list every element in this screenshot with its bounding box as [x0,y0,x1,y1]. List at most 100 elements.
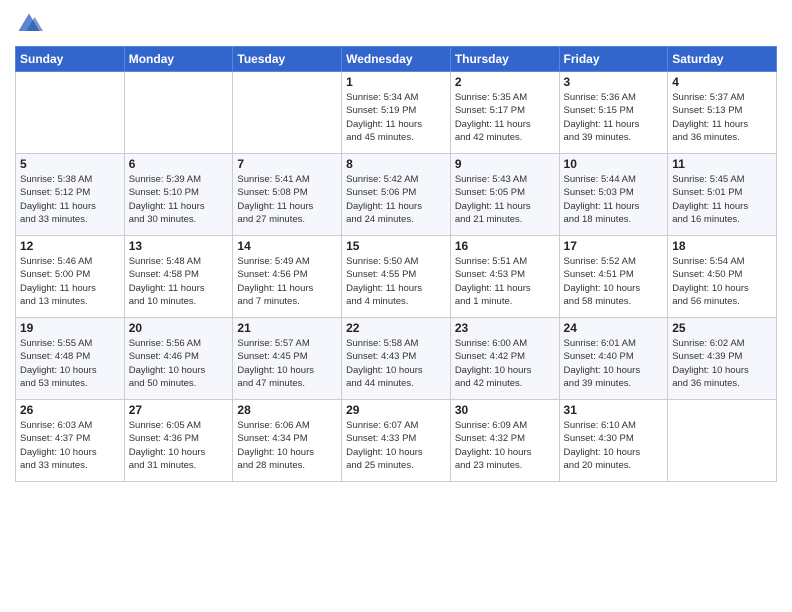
day-number: 28 [237,403,337,417]
calendar-cell: 11Sunrise: 5:45 AMSunset: 5:01 PMDayligh… [668,154,777,236]
calendar-cell: 1 Sunrise: 5:34 AMSunset: 5:19 PMDaylight… [342,72,451,154]
day-info: Sunrise: 5:52 AMSunset: 4:51 PMDaylight:… [564,255,664,308]
day-number: 5 [20,157,120,171]
calendar-cell: 6Sunrise: 5:39 AMSunset: 5:10 PMDaylight… [124,154,233,236]
day-info: Sunrise: 6:06 AMSunset: 4:34 PMDaylight:… [237,419,337,472]
day-number: 27 [129,403,229,417]
calendar-cell: 30Sunrise: 6:09 AMSunset: 4:32 PMDayligh… [450,400,559,482]
calendar-header-row: SundayMondayTuesdayWednesdayThursdayFrid… [16,47,777,72]
calendar-cell: 25 Sunrise: 6:02 AMSunset: 4:39 PMDayligh… [668,318,777,400]
calendar-week-row: 1 Sunrise: 5:34 AMSunset: 5:19 PMDaylight… [16,72,777,154]
calendar-cell: 24 Sunrise: 6:01 AMSunset: 4:40 PMDayligh… [559,318,668,400]
day-info: Sunrise: 5:50 AMSunset: 4:55 PMDaylight:… [346,255,446,308]
calendar-cell: 4Sunrise: 5:37 AMSunset: 5:13 PMDaylight… [668,72,777,154]
day-number: 23 [455,321,555,335]
day-number: 15 [346,239,446,253]
calendar-week-row: 26 Sunrise: 6:03 AMSunset: 4:37 PMDayligh… [16,400,777,482]
day-info: Sunrise: 5:43 AMSunset: 5:05 PMDaylight:… [455,173,555,226]
calendar-cell: 2 Sunrise: 5:35 AMSunset: 5:17 PMDaylight… [450,72,559,154]
day-info: Sunrise: 5:58 AMSunset: 4:43 PMDaylight:… [346,337,446,390]
day-number: 24 [564,321,664,335]
day-info: Sunrise: 5:35 AMSunset: 5:17 PMDaylight:… [455,91,555,144]
day-info: Sunrise: 5:49 AMSunset: 4:56 PMDaylight:… [237,255,337,308]
day-number: 18 [672,239,772,253]
day-number: 25 [672,321,772,335]
calendar-cell: 5 Sunrise: 5:38 AMSunset: 5:12 PMDaylight… [16,154,125,236]
day-info: Sunrise: 5:51 AMSunset: 4:53 PMDaylight:… [455,255,555,308]
day-number: 1 [346,75,446,89]
day-number: 2 [455,75,555,89]
day-number: 29 [346,403,446,417]
day-number: 13 [129,239,229,253]
day-number: 9 [455,157,555,171]
day-info: Sunrise: 6:10 AMSunset: 4:30 PMDaylight:… [564,419,664,472]
calendar-cell: 29 Sunrise: 6:07 AMSunset: 4:33 PMDayligh… [342,400,451,482]
calendar-cell: 21Sunrise: 5:57 AMSunset: 4:45 PMDayligh… [233,318,342,400]
page-container: SundayMondayTuesdayWednesdayThursdayFrid… [0,0,792,492]
day-info: Sunrise: 5:42 AMSunset: 5:06 PMDaylight:… [346,173,446,226]
calendar-cell [16,72,125,154]
day-number: 14 [237,239,337,253]
logo [15,10,47,38]
calendar-cell: 17 Sunrise: 5:52 AMSunset: 4:51 PMDayligh… [559,236,668,318]
day-number: 7 [237,157,337,171]
weekday-header: Friday [559,47,668,72]
calendar-cell: 8Sunrise: 5:42 AMSunset: 5:06 PMDaylight… [342,154,451,236]
day-info: Sunrise: 6:01 AMSunset: 4:40 PMDaylight:… [564,337,664,390]
weekday-header: Saturday [668,47,777,72]
calendar-cell: 9 Sunrise: 5:43 AMSunset: 5:05 PMDaylight… [450,154,559,236]
day-info: Sunrise: 6:03 AMSunset: 4:37 PMDaylight:… [20,419,120,472]
day-number: 20 [129,321,229,335]
day-info: Sunrise: 6:07 AMSunset: 4:33 PMDaylight:… [346,419,446,472]
calendar-cell: 26 Sunrise: 6:03 AMSunset: 4:37 PMDayligh… [16,400,125,482]
calendar-cell: 10 Sunrise: 5:44 AMSunset: 5:03 PMDayligh… [559,154,668,236]
day-info: Sunrise: 5:39 AMSunset: 5:10 PMDaylight:… [129,173,229,226]
calendar-cell: 12Sunrise: 5:46 AMSunset: 5:00 PMDayligh… [16,236,125,318]
day-info: Sunrise: 5:37 AMSunset: 5:13 PMDaylight:… [672,91,772,144]
day-info: Sunrise: 6:09 AMSunset: 4:32 PMDaylight:… [455,419,555,472]
day-number: 19 [20,321,120,335]
logo-icon [15,10,43,38]
day-number: 21 [237,321,337,335]
calendar-cell: 16 Sunrise: 5:51 AMSunset: 4:53 PMDayligh… [450,236,559,318]
page-header [15,10,777,38]
day-number: 12 [20,239,120,253]
calendar-week-row: 12Sunrise: 5:46 AMSunset: 5:00 PMDayligh… [16,236,777,318]
day-number: 31 [564,403,664,417]
calendar-cell: 18 Sunrise: 5:54 AMSunset: 4:50 PMDayligh… [668,236,777,318]
calendar-week-row: 5 Sunrise: 5:38 AMSunset: 5:12 PMDaylight… [16,154,777,236]
day-info: Sunrise: 5:41 AMSunset: 5:08 PMDaylight:… [237,173,337,226]
day-info: Sunrise: 5:55 AMSunset: 4:48 PMDaylight:… [20,337,120,390]
day-number: 22 [346,321,446,335]
calendar-week-row: 19 Sunrise: 5:55 AMSunset: 4:48 PMDayligh… [16,318,777,400]
calendar-cell [668,400,777,482]
day-number: 3 [564,75,664,89]
day-info: Sunrise: 5:48 AMSunset: 4:58 PMDaylight:… [129,255,229,308]
weekday-header: Tuesday [233,47,342,72]
day-info: Sunrise: 5:45 AMSunset: 5:01 PMDaylight:… [672,173,772,226]
day-number: 16 [455,239,555,253]
calendar-cell: 31 Sunrise: 6:10 AMSunset: 4:30 PMDayligh… [559,400,668,482]
day-number: 10 [564,157,664,171]
day-number: 26 [20,403,120,417]
calendar-cell [124,72,233,154]
weekday-header: Sunday [16,47,125,72]
calendar-cell: 7 Sunrise: 5:41 AMSunset: 5:08 PMDaylight… [233,154,342,236]
day-number: 17 [564,239,664,253]
weekday-header: Monday [124,47,233,72]
calendar-cell: 28 Sunrise: 6:06 AMSunset: 4:34 PMDayligh… [233,400,342,482]
day-info: Sunrise: 5:36 AMSunset: 5:15 PMDaylight:… [564,91,664,144]
day-info: Sunrise: 6:02 AMSunset: 4:39 PMDaylight:… [672,337,772,390]
day-info: Sunrise: 5:38 AMSunset: 5:12 PMDaylight:… [20,173,120,226]
calendar-cell [233,72,342,154]
calendar-cell: 23Sunrise: 6:00 AMSunset: 4:42 PMDayligh… [450,318,559,400]
calendar-cell: 15 Sunrise: 5:50 AMSunset: 4:55 PMDayligh… [342,236,451,318]
calendar-cell: 27Sunrise: 6:05 AMSunset: 4:36 PMDayligh… [124,400,233,482]
calendar-table: SundayMondayTuesdayWednesdayThursdayFrid… [15,46,777,482]
weekday-header: Wednesday [342,47,451,72]
day-info: Sunrise: 5:34 AMSunset: 5:19 PMDaylight:… [346,91,446,144]
day-info: Sunrise: 5:44 AMSunset: 5:03 PMDaylight:… [564,173,664,226]
calendar-cell: 22 Sunrise: 5:58 AMSunset: 4:43 PMDayligh… [342,318,451,400]
calendar-cell: 19 Sunrise: 5:55 AMSunset: 4:48 PMDayligh… [16,318,125,400]
day-info: Sunrise: 5:54 AMSunset: 4:50 PMDaylight:… [672,255,772,308]
